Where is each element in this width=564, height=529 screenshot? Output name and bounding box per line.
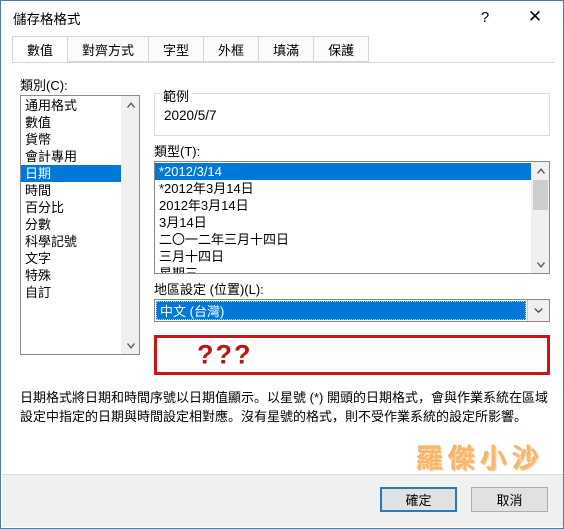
tab-protection[interactable]: 保護 xyxy=(313,36,370,62)
list-item[interactable]: 會計專用 xyxy=(21,148,122,165)
scroll-up-icon[interactable] xyxy=(532,162,549,179)
sample-legend: 範例 xyxy=(160,86,193,105)
annotation-highlight-box: ??? xyxy=(154,335,550,375)
annotation-text: ??? xyxy=(197,339,253,370)
list-item[interactable]: 百分比 xyxy=(21,199,122,216)
list-item[interactable]: 科學記號 xyxy=(21,233,122,250)
locale-combobox[interactable]: 中文 (台灣) xyxy=(154,299,550,322)
help-icon[interactable]: ? xyxy=(464,2,506,32)
format-cells-dialog: 儲存格格式 ? ✕ 數值 對齊方式 字型 外框 填滿 保護 類別(C): 通用格… xyxy=(0,0,564,529)
close-icon[interactable]: ✕ xyxy=(514,2,556,32)
tab-font[interactable]: 字型 xyxy=(148,36,205,62)
category-label: 類別(C): xyxy=(20,78,68,93)
scroll-up-icon[interactable] xyxy=(122,96,139,113)
list-item[interactable]: 貨幣 xyxy=(21,131,122,148)
scroll-down-icon[interactable] xyxy=(122,337,139,354)
category-list-items: 通用格式 數值 貨幣 會計專用 日期 時間 百分比 分數 科學記號 文字 特殊 … xyxy=(21,96,122,354)
ok-button[interactable]: 確定 xyxy=(380,487,457,512)
list-item[interactable]: 二〇一二年三月十四日 xyxy=(155,231,532,248)
tab-alignment[interactable]: 對齊方式 xyxy=(67,36,150,62)
list-item[interactable]: 數值 xyxy=(21,114,122,131)
scrollbar-thumb[interactable] xyxy=(533,180,548,210)
description-text: 日期格式將日期和時間序號以日期值顯示。以星號 (*) 開頭的日期格式，會與作業系… xyxy=(20,390,548,424)
list-item[interactable]: *2012年3月14日 xyxy=(155,180,532,197)
title-bar: 儲存格格式 ? ✕ xyxy=(2,2,563,32)
sample-value: 2020/5/7 xyxy=(164,108,217,123)
category-listbox[interactable]: 通用格式 數值 貨幣 會計專用 日期 時間 百分比 分數 科學記號 文字 特殊 … xyxy=(20,95,140,355)
list-item[interactable]: 星期三 xyxy=(155,265,532,273)
dialog-title: 儲存格格式 xyxy=(13,12,81,27)
cancel-button[interactable]: 取消 xyxy=(471,487,548,512)
type-listbox[interactable]: *2012/3/14 *2012年3月14日 2012年3月14日 3月14日 … xyxy=(154,161,550,274)
tab-strip: 數值 對齊方式 字型 外框 填滿 保護 xyxy=(12,36,554,63)
list-item[interactable]: 文字 xyxy=(21,250,122,267)
dialog-body: 類別(C): 通用格式 數值 貨幣 會計專用 日期 時間 百分比 分數 科學記號… xyxy=(2,63,563,473)
list-item[interactable]: 自訂 xyxy=(21,284,122,301)
tab-number[interactable]: 數值 xyxy=(12,36,69,62)
list-item[interactable]: 時間 xyxy=(21,182,122,199)
list-item[interactable]: 特殊 xyxy=(21,267,122,284)
list-item[interactable]: 3月14日 xyxy=(155,214,532,231)
dialog-footer: 確定 取消 xyxy=(2,474,563,527)
list-item[interactable]: 三月十四日 xyxy=(155,248,532,265)
type-scrollbar[interactable] xyxy=(531,162,549,273)
list-item[interactable]: 通用格式 xyxy=(21,97,122,114)
locale-selected-value[interactable]: 中文 (台灣) xyxy=(156,301,526,320)
type-list-items: *2012/3/14 *2012年3月14日 2012年3月14日 3月14日 … xyxy=(155,162,532,273)
locale-value-wrap: 中文 (台灣) xyxy=(155,300,527,321)
list-item-selected[interactable]: 日期 xyxy=(21,165,122,182)
tab-border[interactable]: 外框 xyxy=(203,36,260,62)
list-item-selected[interactable]: *2012/3/14 xyxy=(155,163,532,180)
chevron-down-icon[interactable] xyxy=(527,300,549,321)
type-label: 類型(T): xyxy=(154,144,201,159)
tab-fill[interactable]: 填滿 xyxy=(258,36,315,62)
list-item[interactable]: 分數 xyxy=(21,216,122,233)
category-scrollbar[interactable] xyxy=(121,96,139,354)
locale-label: 地區設定 (位置)(L): xyxy=(154,282,264,297)
list-item[interactable]: 2012年3月14日 xyxy=(155,197,532,214)
scroll-down-icon[interactable] xyxy=(532,256,549,273)
